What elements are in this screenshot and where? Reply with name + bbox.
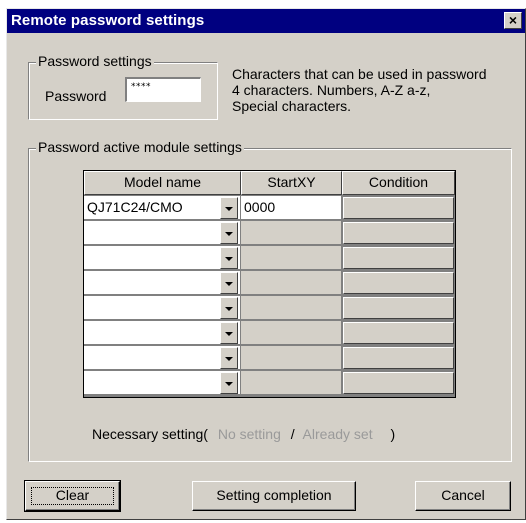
chevron-down-icon — [225, 307, 233, 311]
model-name-cell[interactable] — [84, 221, 241, 245]
info-line: 4 characters. Numbers, A-Z a-z, — [232, 82, 431, 98]
column-header-condition: Condition — [342, 171, 455, 195]
startxy-cell — [241, 221, 342, 245]
model-name-cell[interactable] — [84, 371, 241, 395]
necessary-setting-legend: Necessary setting( No setting / Already … — [92, 426, 395, 442]
condition-button[interactable] — [343, 247, 454, 269]
chevron-down-icon — [225, 282, 233, 286]
chevron-down-icon — [225, 257, 233, 261]
password-rules-info: Characters that can be used in password … — [232, 66, 486, 114]
close-button[interactable]: × — [504, 12, 522, 29]
legend-already-set: Already set — [302, 426, 373, 442]
model-dropdown-button[interactable] — [220, 197, 238, 219]
startxy-cell — [241, 321, 342, 345]
legend-prefix: Necessary setting( — [92, 426, 208, 442]
close-icon: × — [508, 12, 518, 28]
model-name-cell[interactable] — [84, 271, 241, 295]
startxy-value: 0000 — [244, 199, 276, 215]
module-table: Model name StartXY Condition QJ71C24/CMO… — [83, 170, 456, 398]
title-bar[interactable]: Remote password settings × — [7, 9, 525, 33]
condition-button[interactable] — [343, 347, 454, 369]
condition-button[interactable] — [343, 222, 454, 244]
clear-button[interactable]: Clear — [24, 480, 121, 512]
model-name-cell[interactable]: QJ71C24/CMO — [84, 196, 241, 220]
password-settings-label: Password settings — [36, 53, 154, 69]
chevron-down-icon — [225, 357, 233, 361]
model-dropdown-button[interactable] — [220, 347, 238, 369]
cancel-button[interactable]: Cancel — [415, 481, 511, 511]
legend-no-setting: No setting — [217, 426, 281, 442]
startxy-cell — [241, 246, 342, 270]
chevron-down-icon — [225, 382, 233, 386]
chevron-down-icon — [225, 232, 233, 236]
model-dropdown-button[interactable] — [220, 297, 238, 319]
model-name-cell[interactable] — [84, 246, 241, 270]
password-input[interactable]: **** — [125, 77, 201, 102]
legend-suffix: ) — [390, 426, 396, 442]
condition-button[interactable] — [343, 197, 454, 219]
startxy-cell — [241, 346, 342, 370]
cancel-button-label: Cancel — [441, 487, 485, 503]
model-dropdown-button[interactable] — [220, 222, 238, 244]
setting-completion-button[interactable]: Setting completion — [192, 481, 356, 511]
window-title: Remote password settings — [11, 12, 205, 29]
condition-button[interactable] — [343, 272, 454, 294]
condition-button[interactable] — [343, 297, 454, 319]
model-name-cell[interactable] — [84, 321, 241, 345]
column-header-model-name: Model name — [84, 171, 241, 195]
chevron-down-icon — [225, 207, 233, 211]
startxy-cell — [241, 371, 342, 395]
chevron-down-icon — [225, 332, 233, 336]
condition-button[interactable] — [343, 322, 454, 344]
legend-separator: / — [290, 426, 295, 442]
model-name-cell[interactable] — [84, 346, 241, 370]
model-dropdown-button[interactable] — [220, 372, 238, 394]
info-line: Special characters. — [232, 98, 352, 114]
column-header-startxy: StartXY — [241, 171, 342, 195]
model-dropdown-button[interactable] — [220, 322, 238, 344]
info-line: Characters that can be used in password — [232, 66, 487, 82]
password-label: Password — [45, 88, 107, 104]
condition-button[interactable] — [343, 372, 454, 394]
startxy-cell[interactable]: 0000 — [241, 196, 342, 220]
model-dropdown-button[interactable] — [220, 247, 238, 269]
startxy-cell — [241, 271, 342, 295]
model-name-cell[interactable] — [84, 296, 241, 320]
startxy-cell — [241, 296, 342, 320]
model-name-value: QJ71C24/CMO — [87, 199, 183, 215]
module-settings-label: Password active module settings — [36, 139, 244, 155]
model-dropdown-button[interactable] — [220, 272, 238, 294]
setting-completion-label: Setting completion — [216, 487, 332, 503]
focus-rectangle — [31, 487, 114, 505]
